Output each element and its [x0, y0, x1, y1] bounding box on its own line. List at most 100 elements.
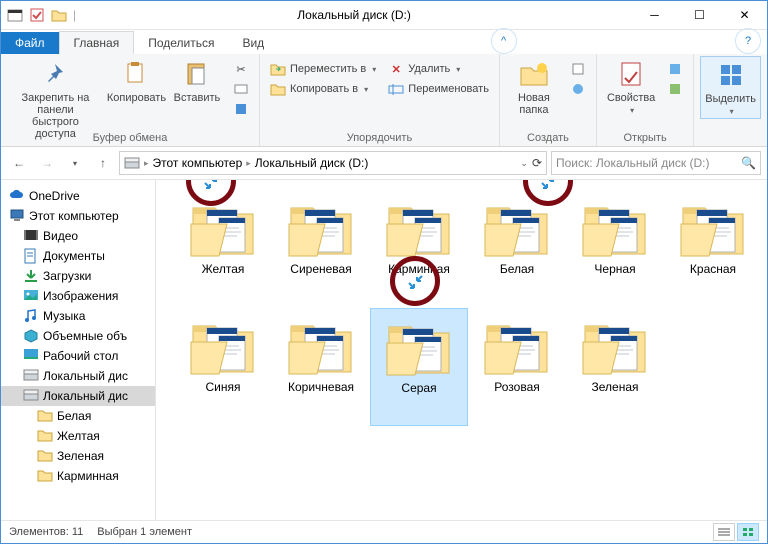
tree-item[interactable]: Объемные объ: [1, 326, 155, 346]
paste-button[interactable]: Вставить: [169, 56, 225, 106]
shortcut-icon: [233, 101, 249, 117]
nav-recent-button[interactable]: ▾: [63, 151, 87, 175]
minimize-button[interactable]: ─: [632, 1, 677, 29]
newfolder-button[interactable]: Новая папка: [506, 56, 562, 118]
tree-item[interactable]: Карминная: [1, 466, 155, 486]
nav-back-button[interactable]: ←: [7, 151, 31, 175]
folder-item[interactable]: Коричневая: [272, 308, 370, 426]
tree-item[interactable]: Белая: [1, 406, 155, 426]
folder-item[interactable]: Сиреневая: [272, 190, 370, 308]
tree-item-label: Желтая: [57, 429, 100, 443]
qat-folder-icon[interactable]: [51, 7, 67, 23]
nav-up-button[interactable]: ↑: [91, 151, 115, 175]
ribbon-group-organize: Переместить в▾ Копировать в▾ ✕Удалить▾ П…: [260, 54, 500, 146]
rename-button[interactable]: Переименовать: [384, 80, 493, 98]
folder-item[interactable]: Синяя: [174, 308, 272, 426]
view-details-button[interactable]: [713, 523, 735, 541]
pin-icon: [39, 58, 71, 90]
tree-item[interactable]: OneDrive: [1, 186, 155, 206]
tree-item[interactable]: Музыка: [1, 306, 155, 326]
copy-button[interactable]: Копировать: [108, 56, 165, 106]
copy-icon: [120, 58, 152, 90]
folder-icon: [287, 314, 355, 376]
open-button[interactable]: [663, 60, 687, 78]
tree-item[interactable]: Документы: [1, 246, 155, 266]
copypath-button[interactable]: [229, 80, 253, 98]
newitem-button[interactable]: [566, 60, 590, 78]
tab-home[interactable]: Главная: [59, 31, 135, 54]
close-button[interactable]: ✕: [722, 1, 767, 29]
folder-item[interactable]: Карминная: [370, 190, 468, 308]
breadcrumb-leaf[interactable]: Локальный диск (D:): [255, 156, 369, 170]
folder-item[interactable]: Красная: [664, 190, 762, 308]
tree-item[interactable]: Локальный дис: [1, 386, 155, 406]
drive-icon: [23, 368, 39, 384]
easyaccess-button[interactable]: [566, 80, 590, 98]
copyto-button[interactable]: Копировать в▾: [266, 80, 380, 98]
folder-item[interactable]: Черная: [566, 190, 664, 308]
breadcrumb-root[interactable]: Этот компьютер: [153, 156, 243, 170]
minimize-ribbon-button[interactable]: ^: [491, 28, 517, 54]
down-icon: [23, 268, 39, 284]
easyaccess-icon: [570, 81, 586, 97]
folder-item[interactable]: Желтая: [174, 190, 272, 308]
ribbon-group-clipboard: Закрепить на панели быстрого доступа Коп…: [1, 54, 260, 146]
chevron-right-icon[interactable]: ▸: [246, 158, 251, 169]
tab-file[interactable]: Файл: [1, 32, 59, 54]
open-icon: [667, 61, 683, 77]
folder-label: Серая: [401, 381, 436, 395]
addr-dropdown-button[interactable]: ⌄: [520, 158, 528, 169]
tab-view[interactable]: Вид: [228, 32, 278, 54]
qat-checkbox-icon[interactable]: [29, 7, 45, 23]
newfolder-icon: [518, 58, 550, 90]
cut-button[interactable]: ✂: [229, 60, 253, 78]
tree-item[interactable]: Зеленая: [1, 446, 155, 466]
selectall-button[interactable]: Выделить▾: [700, 56, 761, 119]
edit-button[interactable]: [663, 80, 687, 98]
drive-icon: [23, 388, 39, 404]
tree-item-label: Этот компьютер: [29, 209, 119, 223]
nav-forward-button[interactable]: →: [35, 151, 59, 175]
maximize-button[interactable]: ☐: [677, 1, 722, 29]
tree-item[interactable]: Видео: [1, 226, 155, 246]
folder-item[interactable]: Зеленая: [566, 308, 664, 426]
tree-item-label: OneDrive: [29, 189, 80, 203]
tab-share[interactable]: Поделиться: [134, 32, 228, 54]
group-label-organize: Упорядочить: [266, 130, 493, 146]
address-bar-row: ← → ▾ ↑ ▸ Этот компьютер ▸ Локальный дис…: [1, 147, 767, 180]
group-label-new: Создать: [506, 130, 590, 146]
address-bar[interactable]: ▸ Этот компьютер ▸ Локальный диск (D:) ⌄…: [119, 151, 547, 175]
search-box[interactable]: Поиск: Локальный диск (D:) 🔍: [551, 151, 761, 175]
tree-item[interactable]: Изображения: [1, 286, 155, 306]
tree-item-label: Музыка: [43, 309, 85, 323]
tree-item[interactable]: Рабочий стол: [1, 346, 155, 366]
tree-item-label: Документы: [43, 249, 105, 263]
status-selection: Выбран 1 элемент: [97, 526, 192, 538]
content-pane[interactable]: ЖелтаяСиреневаяКарминная Белая ЧернаяКрасн…: [156, 180, 767, 520]
folder-item[interactable]: Серая: [370, 308, 468, 426]
folder-item[interactable]: Белая: [468, 190, 566, 308]
explorer-window: | Локальный диск (D:) ─ ☐ ✕ Файл Главная…: [0, 0, 768, 544]
pc-icon: [9, 208, 25, 224]
tree-item[interactable]: Этот компьютер: [1, 206, 155, 226]
copyto-icon: [270, 81, 286, 97]
paste-shortcut-button[interactable]: [229, 100, 253, 118]
moveto-button[interactable]: Переместить в▾: [266, 60, 380, 78]
view-icons-button[interactable]: [737, 523, 759, 541]
rename-icon: [388, 81, 404, 97]
group-label-clipboard: Буфер обмена: [7, 130, 253, 146]
help-button[interactable]: ?: [735, 28, 761, 54]
tree-item[interactable]: Желтая: [1, 426, 155, 446]
folder-item[interactable]: Розовая: [468, 308, 566, 426]
chevron-right-icon[interactable]: ▸: [144, 158, 149, 169]
nav-tree[interactable]: OneDrive Этот компьютер Видео Документы Загр…: [1, 180, 156, 520]
ribbon-group-new: Новая папка Создать: [500, 54, 597, 146]
properties-button[interactable]: Свойства▾: [603, 56, 659, 117]
folder-label: Белая: [500, 262, 534, 276]
refresh-button[interactable]: ⟳: [532, 156, 542, 170]
tree-item[interactable]: Локальный дис: [1, 366, 155, 386]
tree-item-label: Карминная: [57, 469, 119, 483]
tree-item[interactable]: Загрузки: [1, 266, 155, 286]
delete-button[interactable]: ✕Удалить▾: [384, 60, 493, 78]
folder-icon: [37, 468, 53, 484]
